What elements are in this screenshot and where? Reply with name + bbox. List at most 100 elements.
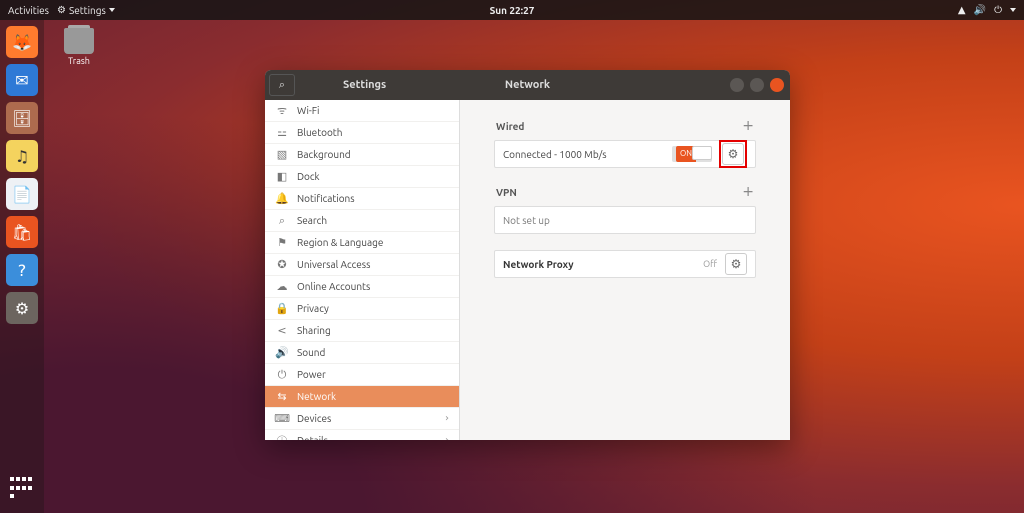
sidebar-item-background-icon: ▧ [275,148,289,161]
sidebar-item-label: Privacy [297,303,329,314]
sidebar-item-dock-icon: ◧ [275,170,289,183]
search-button[interactable]: ⌕ [269,74,295,96]
settings-window: ⌕ Settings Network ᯤ Wi-Fi ⚍ Bluetooth ▧Back… [265,70,790,440]
rhythmbox-icon[interactable]: ♫ [6,140,38,172]
sidebar-item-label: Devices [297,413,331,424]
thunderbird-icon[interactable]: ✉ [6,64,38,96]
sidebar-item-sharing[interactable]: < Sharing [265,320,459,342]
settings-icon[interactable]: ⚙ [6,292,38,324]
dock: 🦊 ✉ 🗄 ♫ 📄 🛍 ? ⚙ [0,20,44,513]
sidebar-item-label: Details [297,435,328,440]
sidebar-item-label: Dock [297,171,320,182]
caret-down-icon [1010,8,1016,12]
sidebar-item-bluetooth-icon: ⚍ [275,126,289,139]
sidebar-item-label: Sharing [297,325,331,336]
gear-icon: ⚙ [57,5,66,16]
show-applications-button[interactable] [8,475,36,503]
settings-sidebar: ᯤ Wi-Fi ⚍ Bluetooth ▧Background ◧ Dock 🔔 Notific… [265,100,460,440]
highlight-annotation: ⚙ [719,140,747,168]
volume-icon: 🔊 [974,5,986,16]
sidebar-item-online-icon: ☁ [275,280,289,293]
minimize-button[interactable] [730,78,744,92]
chevron-right-icon: › [445,435,449,440]
desktop-trash[interactable]: Trash [56,28,102,66]
sidebar-item-privacy-icon: 🔒 [275,302,289,315]
sidebar-item-devices[interactable]: ⌨ Devices › [265,408,459,430]
sidebar-item-label: Notifications [297,193,355,204]
wired-title: Wired [496,121,524,132]
maximize-button[interactable] [750,78,764,92]
titlebar-left-title: Settings [343,79,386,91]
vpn-status: Not set up [503,215,747,226]
sidebar-item-power[interactable]: ⏻ Power [265,364,459,386]
window-titlebar[interactable]: ⌕ Settings Network [265,70,790,100]
sidebar-item-notifications-icon: 🔔 [275,192,289,205]
sidebar-item-background[interactable]: ▧Background [265,144,459,166]
vpn-add-button[interactable]: + [742,184,754,200]
sidebar-item-region-icon: ⚑ [275,236,289,249]
app-menu[interactable]: ⚙ Settings [57,5,115,16]
sidebar-item-label: Bluetooth [297,127,342,138]
files-icon[interactable]: 🗄 [6,102,38,134]
vpn-title: VPN [496,187,517,198]
close-button[interactable] [770,78,784,92]
proxy-title: Network Proxy [503,259,695,270]
sidebar-item-wifi[interactable]: ᯤ Wi-Fi [265,100,459,122]
system-status-area[interactable]: ▲ 🔊 ⏻ [958,5,1016,16]
search-icon: ⌕ [279,78,285,92]
top-panel: Activities ⚙ Settings Sun 22:27 ▲ 🔊 ⏻ [0,0,1024,20]
sidebar-item-sound-icon: 🔊 [275,346,289,359]
wired-status: Connected - 1000 Mb/s [503,149,664,160]
sidebar-item-privacy[interactable]: 🔒 Privacy [265,298,459,320]
firefox-icon[interactable]: 🦊 [6,26,38,58]
wired-toggle[interactable]: ON [672,146,712,162]
sidebar-item-label: Network [297,391,336,402]
sidebar-item-sound[interactable]: 🔊 Sound [265,342,459,364]
toggle-knob [692,146,712,160]
power-icon: ⏻ [994,5,1002,16]
sidebar-item-sharing-icon: < [275,324,289,337]
gear-icon: ⚙ [728,147,739,161]
sidebar-item-search-icon: ⌕ [275,214,289,228]
sidebar-item-search[interactable]: ⌕ Search [265,210,459,232]
sidebar-item-label: Power [297,369,326,380]
wired-connection-row: Connected - 1000 Mb/s ON ⚙ [494,140,756,168]
sidebar-item-network[interactable]: ⇆Network [265,386,459,408]
wired-section: Wired + Connected - 1000 Mb/s ON ⚙ [494,118,756,168]
wired-add-button[interactable]: + [742,118,754,134]
trash-label: Trash [68,56,90,66]
sidebar-item-online[interactable]: ☁ Online Accounts [265,276,459,298]
sidebar-item-details-icon: ⓘ [275,433,289,441]
proxy-row[interactable]: Network Proxy Off ⚙ [494,250,756,278]
sidebar-item-label: Search [297,215,327,226]
sidebar-item-region[interactable]: ⚑Region & Language [265,232,459,254]
sidebar-item-bluetooth[interactable]: ⚍ Bluetooth [265,122,459,144]
trash-icon [64,28,94,54]
titlebar-center-title: Network [505,79,550,91]
sidebar-item-wifi-icon: ᯤ [275,103,289,118]
help-icon[interactable]: ? [6,254,38,286]
clock[interactable]: Sun 22:27 [490,5,535,16]
libreoffice-icon[interactable]: 📄 [6,178,38,210]
software-icon[interactable]: 🛍 [6,216,38,248]
vpn-section: VPN + Not set up [494,184,756,234]
sidebar-item-label: Wi-Fi [297,105,319,116]
sidebar-item-label: Online Accounts [297,281,370,292]
caret-down-icon [109,8,115,12]
sidebar-item-label: Universal Access [297,259,370,270]
sidebar-item-devices-icon: ⌨ [275,412,289,425]
vpn-row: Not set up [494,206,756,234]
sidebar-item-dock[interactable]: ◧ Dock [265,166,459,188]
sidebar-item-notifications[interactable]: 🔔 Notifications [265,188,459,210]
sidebar-item-label: Sound [297,347,325,358]
activities-button[interactable]: Activities [8,5,49,16]
proxy-section: Network Proxy Off ⚙ [494,250,756,278]
sidebar-item-power-icon: ⏻ [275,368,289,382]
sidebar-item-universal-icon: ✪ [275,258,289,271]
network-status-icon: ▲ [958,5,966,16]
chevron-right-icon: › [445,413,449,424]
proxy-settings-button[interactable]: ⚙ [725,253,747,275]
sidebar-item-details[interactable]: ⓘ Details › [265,430,459,440]
wired-settings-button[interactable]: ⚙ [722,143,744,165]
sidebar-item-universal[interactable]: ✪ Universal Access [265,254,459,276]
